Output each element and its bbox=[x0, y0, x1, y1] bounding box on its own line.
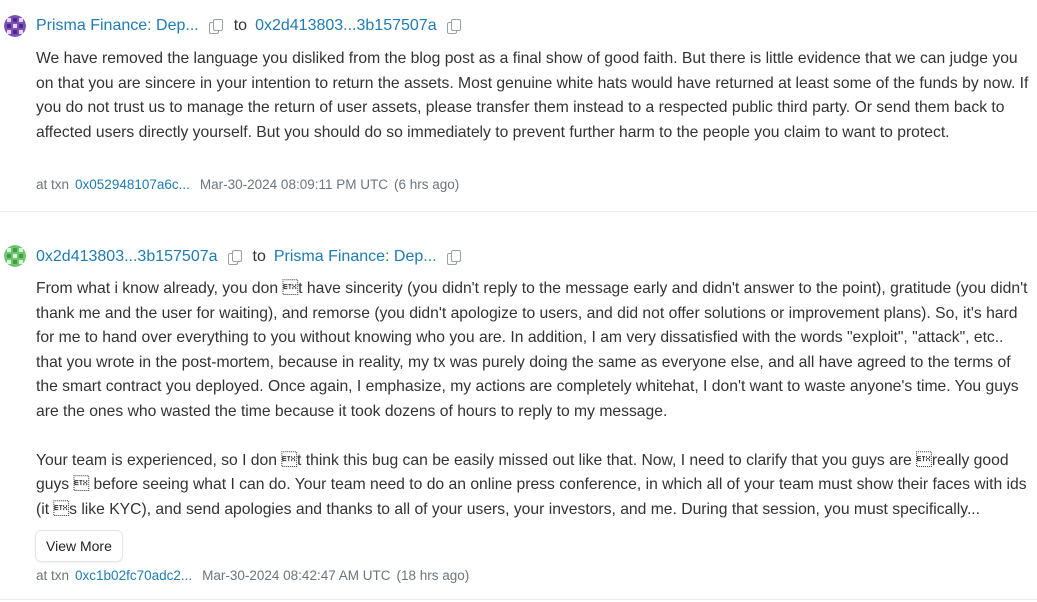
time-ago: (18 hrs ago) bbox=[396, 568, 470, 583]
to-label: to bbox=[252, 248, 266, 265]
at-txn-label: at txn bbox=[36, 568, 70, 583]
at-txn-label: at txn bbox=[36, 177, 70, 192]
avatar bbox=[4, 245, 26, 267]
copy-icon[interactable] bbox=[208, 19, 223, 34]
to-address-link[interactable]: Prisma Finance: Dep... bbox=[274, 248, 437, 266]
message-body: We have removed the language you dislike… bbox=[36, 50, 1033, 141]
message-meta: at txn 0x052948107a6c... Mar-30-2024 08:… bbox=[36, 177, 459, 192]
message-card: Prisma Finance: Dep... to 0x2d413803...3… bbox=[0, 0, 1037, 212]
to-label: to bbox=[233, 17, 248, 34]
from-address-link[interactable]: Prisma Finance: Dep... bbox=[36, 17, 199, 35]
to-address-link[interactable]: 0x2d413803...3b157507a bbox=[255, 17, 437, 35]
copy-icon[interactable] bbox=[227, 250, 242, 265]
time-ago: (6 hrs ago) bbox=[393, 177, 460, 192]
copy-icon[interactable] bbox=[446, 250, 461, 265]
txn-hash-link[interactable]: 0x052948107a6c... bbox=[75, 177, 190, 192]
message-body: From what i know already, you don t hav… bbox=[36, 280, 1028, 518]
timestamp: Mar-30-2024 08:42:47 AM UTC bbox=[202, 568, 391, 583]
message-header: 0x2d413803...3b157507a to Prisma Finance… bbox=[36, 245, 461, 269]
message-meta: at txn 0xc1b02fc70adc2... Mar-30-2024 08… bbox=[36, 568, 469, 583]
copy-icon[interactable] bbox=[446, 19, 461, 34]
txn-hash-link[interactable]: 0xc1b02fc70adc2... bbox=[75, 568, 192, 583]
view-more-button[interactable]: View More bbox=[35, 530, 123, 562]
message-card: 0x2d413803...3b157507a to Prisma Finance… bbox=[0, 230, 1037, 600]
message-header: Prisma Finance: Dep... to 0x2d413803...3… bbox=[36, 14, 461, 38]
from-address-link[interactable]: 0x2d413803...3b157507a bbox=[36, 248, 218, 266]
timestamp: Mar-30-2024 08:09:11 PM UTC bbox=[199, 177, 388, 192]
avatar bbox=[4, 15, 26, 37]
